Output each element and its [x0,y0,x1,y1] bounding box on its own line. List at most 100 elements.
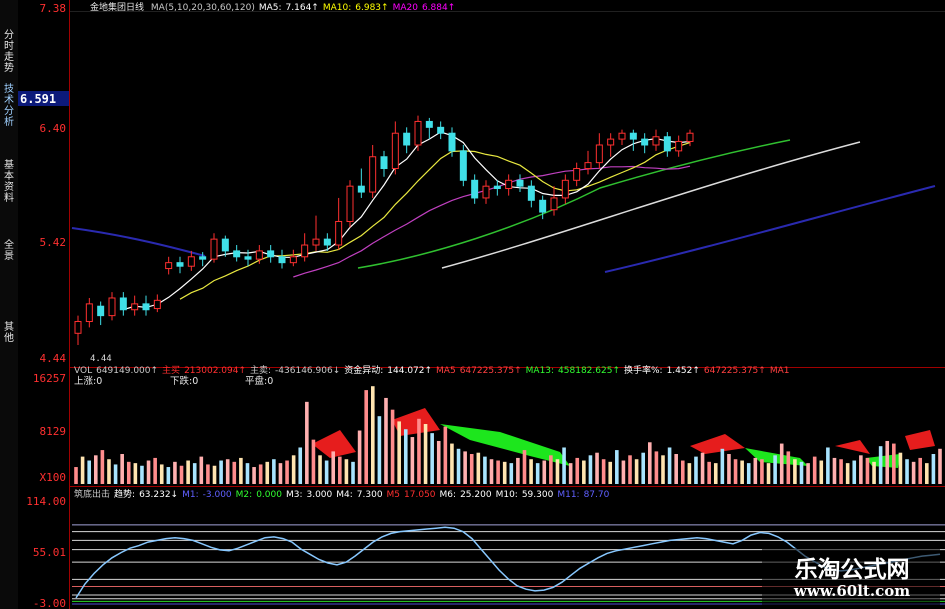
volume-bar [436,440,441,484]
legend-item: MA10: [323,3,351,13]
volume-bar [555,459,560,484]
side-tab-intraday[interactable]: 分时走势 [1,30,17,74]
candle-body [74,321,82,334]
candle [210,233,218,263]
candle-body [131,303,139,311]
watermark-name: 乐淘公式网 [794,557,910,583]
candle [607,133,615,157]
volume-bar [727,454,731,484]
volume-bar [159,464,164,484]
volume-bar [239,457,243,484]
candle [629,129,637,151]
legend-item: 主买 [162,364,180,376]
volume-bar [885,440,890,484]
volume-bar [417,418,421,484]
volume-bar [925,463,929,484]
side-tab-panorama[interactable]: 全景 [1,240,17,262]
volume-bar [549,455,553,484]
volume-bar [443,426,448,484]
legend-item: 0.000 [256,490,282,500]
candle-body [357,185,365,193]
candle [312,215,320,251]
candle [119,292,127,316]
candle [369,144,377,198]
candle-body [142,303,150,311]
legend-item: M2: [236,490,253,500]
volume-bar [483,456,487,484]
legend-item: 144.072↑ [387,366,432,376]
volume-bar [582,460,586,484]
candle-body [369,156,377,193]
sublegend-flat: 平盘:0 [245,375,273,387]
candle [380,150,388,177]
sublegend-down: 下跌:0 [170,375,198,387]
volume-bar [595,452,599,484]
legend-item: 筑底出击 [74,488,110,500]
candle-body [176,262,184,267]
volume-bar [839,459,843,484]
volume-bar [628,455,632,484]
volume-bar [872,461,876,484]
side-tab-other[interactable]: 其他 [1,322,17,344]
volume-bar [126,461,131,484]
price-tick-4-44: 4.44 [40,352,67,365]
volume-bar [463,451,467,484]
volume-bar [707,461,711,484]
legend-item: M4: [336,490,353,500]
candle-body [618,132,626,140]
candle [346,180,354,228]
volume-bar [179,465,184,484]
volume-bar [133,463,138,484]
volume-bar [265,461,270,484]
volume-bar [931,454,936,484]
candle [108,292,116,321]
volume-bar [107,459,111,484]
legend-item: 59.300 [522,490,554,500]
candle-body [505,179,513,190]
candle [278,249,286,269]
legend-item: 主卖: [250,364,271,376]
candle-body [108,297,116,317]
candle-body [527,185,535,201]
volume-bar [892,443,896,484]
legend-item: MA13: [526,366,554,376]
candle-body [686,132,694,142]
volume-bar [648,442,652,484]
candle-body [641,138,649,146]
volume-bar [100,450,105,484]
legend-item: 3.000 [306,490,332,500]
legend-item: 趋势: [114,488,135,500]
candle-body [573,168,581,181]
volume-bar [496,460,500,484]
legend-item: 7.164↑ [286,3,319,13]
candle [561,174,569,204]
candle-body [459,150,467,181]
watermark-logo: 乐淘公式网 www.60lt.com [762,548,940,606]
volume-bar [746,463,751,484]
price-tick-6-40: 6.40 [40,122,67,135]
volume-bar [423,424,428,484]
volume-bar [608,461,613,484]
volume-bar [865,457,870,484]
volume-bar [720,448,725,484]
volume-bar [199,456,204,484]
candle [516,174,524,193]
candle-body [85,303,93,323]
volume-bar [140,465,144,484]
volume-bar [206,464,210,484]
osc-tick-minus3: -3.00 [33,597,66,609]
volume-unit-x100: X100 [40,471,67,484]
volume-bar [568,463,573,484]
candle-body [629,132,637,140]
legend-item: 63.232↓ [139,490,178,500]
volume-bar [542,460,547,484]
legend-item: M3: [286,490,303,500]
candle-body [482,185,490,199]
volume-bar [298,447,303,484]
legend-item: 647225.375↑ [704,366,766,376]
volume-bar [390,409,395,484]
side-tab-fundamentals[interactable]: 基本资料 [1,160,17,204]
side-tab-technical[interactable]: 技术分析 [1,84,17,128]
candle [550,186,558,216]
osc-tick-55: 55.01 [33,546,66,559]
